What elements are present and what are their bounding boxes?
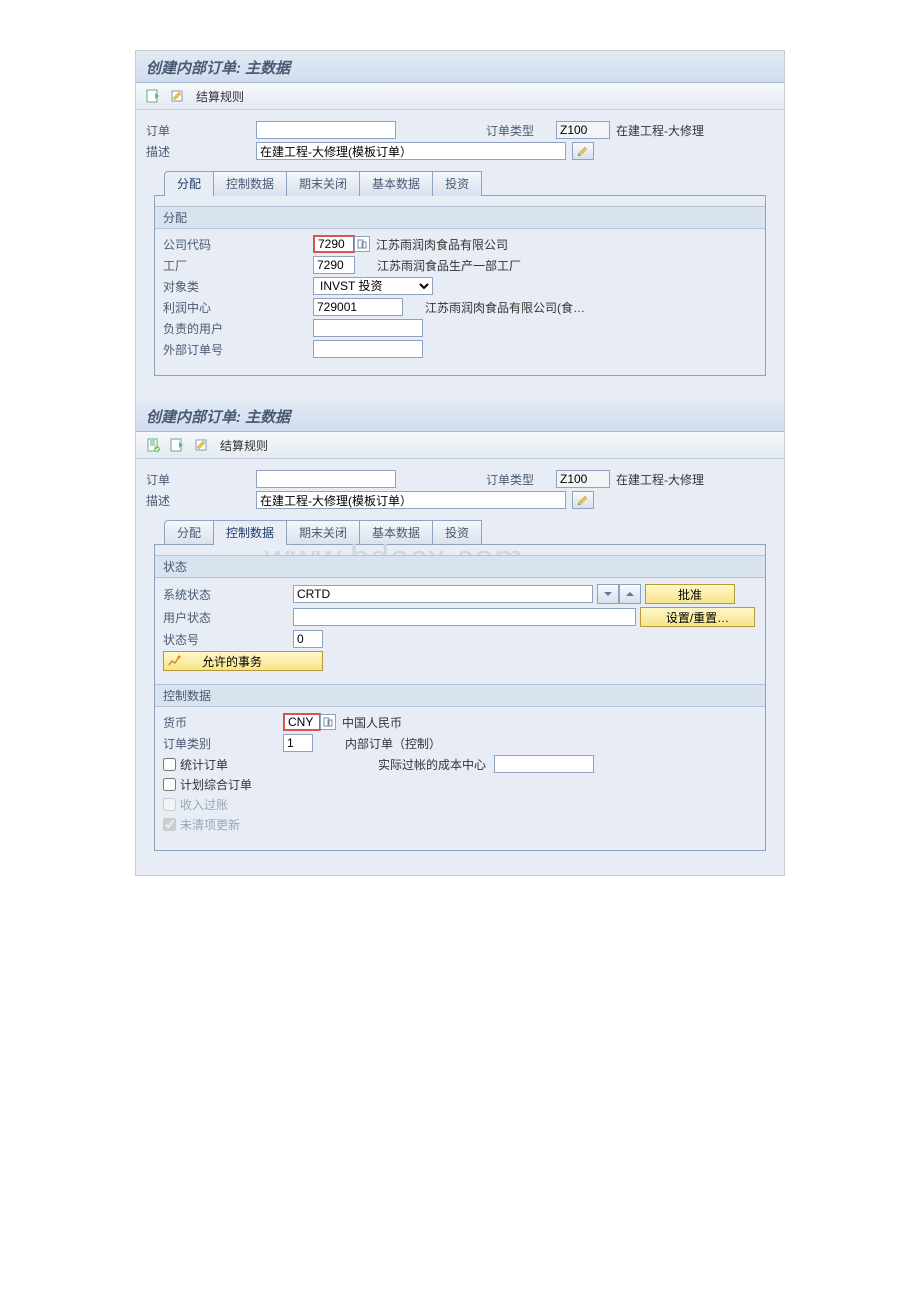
tab-period-end[interactable]: 期末关闭: [286, 171, 360, 196]
profit-center-label: 利润中心: [163, 299, 313, 316]
actual-cost-center-label: 实际过帐的成本中心: [378, 756, 486, 773]
screen-create-order-2: 创建内部订单: 主数据 结算规则 订单 订单类型: [136, 400, 784, 875]
external-order-label: 外部订单号: [163, 341, 313, 358]
plant-label: 工厂: [163, 257, 313, 274]
tab-assignment[interactable]: 分配: [164, 171, 214, 196]
settlement-rule-button[interactable]: 结算规则: [196, 88, 244, 105]
app-toolbar: 结算规则: [136, 432, 784, 459]
edit-icon[interactable]: [168, 87, 186, 105]
status-expand-button[interactable]: [597, 584, 619, 604]
tabstrip: 分配 控制数据 期末关闭 基本数据 投资: [146, 170, 774, 195]
status-number-label: 状态号: [163, 631, 293, 648]
description-longtext-button[interactable]: [572, 142, 594, 160]
currency-f4-icon[interactable]: [320, 714, 336, 730]
description-input[interactable]: [256, 142, 566, 160]
statistical-order-checkbox[interactable]: [163, 758, 176, 771]
currency-label: 货币: [163, 714, 283, 731]
revenue-posting-label: 收入过账: [180, 796, 228, 813]
allowed-transactions-label: 允许的事务: [202, 653, 262, 670]
company-code-input[interactable]: [313, 235, 355, 253]
screen-create-order-1: 创建内部订单: 主数据 结算规则 订单 订单类型 在建工程-大修理: [136, 51, 784, 400]
plant-text: 江苏雨润食品生产一部工厂: [377, 257, 521, 274]
user-status-label: 用户状态: [163, 609, 293, 626]
header-form: 订单 订单类型 在建工程-大修理 描述 分配 控制数据: [136, 459, 784, 875]
company-code-label: 公司代码: [163, 236, 313, 253]
plan-integrated-checkbox[interactable]: [163, 778, 176, 791]
order-category-text: 内部订单（控制）: [345, 735, 441, 752]
description-input[interactable]: [256, 491, 566, 509]
app-toolbar: 结算规则: [136, 83, 784, 110]
copy-reference-icon[interactable]: [168, 436, 186, 454]
order-type-input[interactable]: [556, 121, 610, 139]
external-order-input[interactable]: [313, 340, 423, 358]
profit-center-text: 江苏雨润肉食品有限公司(食…: [425, 299, 585, 316]
order-type-text: 在建工程-大修理: [616, 471, 704, 488]
revenue-posting-checkbox: [163, 798, 176, 811]
responsible-user-input[interactable]: [313, 319, 423, 337]
tab-control-data[interactable]: 控制数据: [213, 171, 287, 196]
group-control-data: 控制数据: [155, 684, 765, 707]
currency-text: 中国人民币: [342, 714, 402, 731]
status-number-input[interactable]: [293, 630, 323, 648]
description-longtext-button[interactable]: [572, 491, 594, 509]
plant-input[interactable]: [313, 256, 355, 274]
tab-assignment[interactable]: 分配: [164, 520, 214, 545]
tab-control-data[interactable]: 控制数据: [213, 520, 287, 545]
tab-investments[interactable]: 投资: [432, 171, 482, 196]
tab-investments[interactable]: 投资: [432, 520, 482, 545]
object-class-label: 对象类: [163, 278, 313, 295]
order-input[interactable]: [256, 470, 396, 488]
tab-period-end[interactable]: 期末关闭: [286, 520, 360, 545]
description-label: 描述: [146, 492, 256, 509]
tabstrip: 分配 控制数据 期末关闭 基本数据 投资: [146, 519, 774, 544]
description-label: 描述: [146, 143, 256, 160]
page-title: 创建内部订单: 主数据: [136, 400, 784, 432]
allowed-transactions-button[interactable]: 允许的事务: [163, 651, 323, 671]
order-input[interactable]: [256, 121, 396, 139]
set-reset-button[interactable]: 设置/重置…: [640, 607, 755, 627]
order-type-text: 在建工程-大修理: [616, 122, 704, 139]
tab-general-data[interactable]: 基本数据: [359, 171, 433, 196]
responsible-user-label: 负责的用户: [163, 320, 313, 337]
plan-integrated-label: 计划综合订单: [180, 776, 252, 793]
settlement-rule-button[interactable]: 结算规则: [220, 437, 268, 454]
user-status-input[interactable]: [293, 608, 636, 626]
order-type-input[interactable]: [556, 470, 610, 488]
order-type-label: 订单类型: [486, 471, 556, 488]
open-item-label: 未清项更新: [180, 816, 240, 833]
tab-control-content: www.bdocx.com 状态 系统状态 批准 用户状态: [154, 544, 766, 851]
order-label: 订单: [146, 122, 256, 139]
order-category-label: 订单类别: [163, 735, 283, 752]
system-status-label: 系统状态: [163, 586, 293, 603]
profit-center-input[interactable]: [313, 298, 403, 316]
order-category-input[interactable]: [283, 734, 313, 752]
object-class-select[interactable]: INVST 投资: [313, 277, 433, 295]
status-collapse-button[interactable]: [619, 584, 641, 604]
open-item-checkbox: [163, 818, 176, 831]
company-code-text: 江苏雨润肉食品有限公司: [376, 236, 508, 253]
header-form: 订单 订单类型 在建工程-大修理 描述 分配 控制数据: [136, 110, 784, 400]
company-code-f4-icon[interactable]: [354, 236, 370, 252]
copy-reference-icon[interactable]: [144, 87, 162, 105]
group-assignment: 分配: [155, 206, 765, 229]
order-type-label: 订单类型: [486, 122, 556, 139]
page-title: 创建内部订单: 主数据: [136, 51, 784, 83]
statistical-order-label: 统计订单: [180, 756, 228, 773]
currency-input[interactable]: [283, 713, 321, 731]
system-status-input[interactable]: [293, 585, 593, 603]
tab-general-data[interactable]: 基本数据: [359, 520, 433, 545]
tab-assignment-content: 分配 公司代码 江苏雨润肉食品有限公司 工厂: [154, 195, 766, 376]
edit-icon[interactable]: [192, 436, 210, 454]
order-label: 订单: [146, 471, 256, 488]
save-icon[interactable]: [144, 436, 162, 454]
approve-button[interactable]: 批准: [645, 584, 735, 604]
group-status: 状态: [155, 555, 765, 578]
actual-cost-center-input[interactable]: [494, 755, 594, 773]
